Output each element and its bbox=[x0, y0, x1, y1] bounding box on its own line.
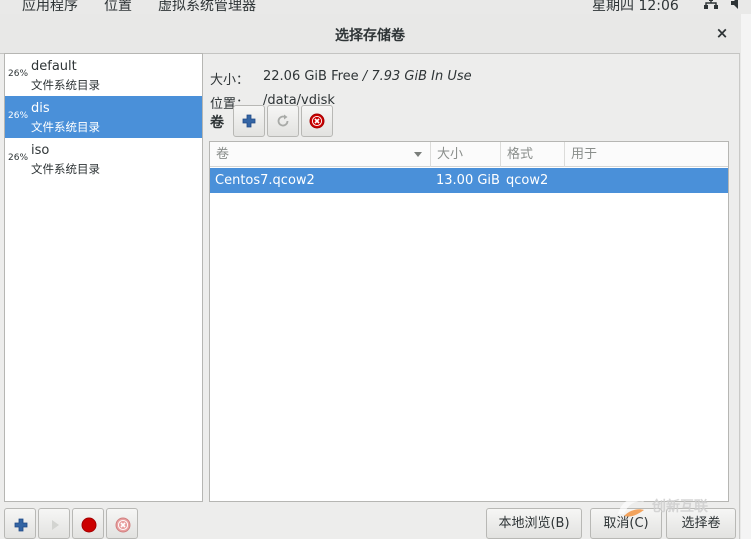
plus-icon bbox=[14, 518, 28, 532]
watermark-logo-icon bbox=[618, 498, 644, 517]
delete-icon bbox=[115, 517, 131, 533]
pool-type: 文件系统目录 bbox=[31, 78, 100, 92]
watermark-text: 创新互联 bbox=[652, 499, 708, 515]
delete-pool-button[interactable] bbox=[106, 508, 138, 539]
column-header-format[interactable]: 格式 bbox=[501, 142, 565, 167]
close-icon: × bbox=[715, 24, 729, 42]
pool-usage: 26% bbox=[8, 153, 29, 163]
play-icon bbox=[52, 520, 59, 530]
storage-pool-list[interactable]: 26% default 文件系统目录 26% dis 文件系统目录 26% is… bbox=[4, 53, 203, 502]
volume-format: qcow2 bbox=[506, 173, 549, 188]
dialog-titlebar: 选择存储卷 × bbox=[0, 14, 740, 54]
table-row[interactable]: Centos7.qcow2 13.00 GiB qcow2 bbox=[210, 168, 728, 193]
top-panel: 应用程序 位置 虚拟系统管理器 星期四 12:06 bbox=[0, 0, 751, 14]
start-pool-button[interactable] bbox=[38, 508, 70, 539]
volumes-label: 卷 bbox=[210, 115, 224, 131]
pool-usage: 26% bbox=[8, 111, 29, 121]
pool-type: 文件系统目录 bbox=[31, 120, 100, 134]
volume-table[interactable]: 卷 大小 格式 用于 Centos7.qcow2 13.00 GiB qcow2 bbox=[209, 141, 729, 502]
volume-name: Centos7.qcow2 bbox=[215, 173, 315, 188]
background-strip bbox=[741, 14, 751, 539]
column-header-volume-label: 卷 bbox=[216, 147, 230, 162]
refresh-icon bbox=[277, 114, 289, 127]
column-header-volume[interactable]: 卷 bbox=[210, 142, 431, 167]
column-header-size[interactable]: 大小 bbox=[431, 142, 501, 167]
volume-used-by bbox=[565, 168, 570, 193]
pool-item-dis[interactable]: 26% dis 文件系统目录 bbox=[5, 96, 202, 138]
size-separator: / bbox=[358, 69, 372, 84]
size-value: 22.06 GiB Free / 7.93 GiB In Use bbox=[263, 69, 472, 84]
clock[interactable]: 星期四 12:06 bbox=[592, 0, 679, 14]
add-volume-button[interactable] bbox=[233, 105, 265, 137]
network-icon[interactable] bbox=[704, 0, 718, 9]
add-pool-button[interactable] bbox=[4, 508, 36, 539]
pool-type: 文件系统目录 bbox=[31, 162, 100, 176]
stop-icon bbox=[81, 517, 97, 533]
watermark-logo: 创新互联 bbox=[614, 492, 751, 522]
app-menu[interactable]: 虚拟系统管理器 bbox=[158, 0, 256, 14]
delete-icon bbox=[309, 113, 325, 129]
close-button[interactable]: × bbox=[712, 23, 732, 43]
column-header-used-by[interactable]: 用于 bbox=[565, 142, 728, 167]
pool-item-iso[interactable]: 26% iso 文件系统目录 bbox=[5, 138, 202, 180]
applications-menu[interactable]: 应用程序 bbox=[22, 0, 78, 14]
size-in-use: 7.93 GiB In Use bbox=[371, 69, 472, 84]
refresh-volumes-button[interactable] bbox=[267, 105, 299, 137]
pool-name: default bbox=[31, 59, 77, 74]
browse-local-button[interactable]: 本地浏览(B) bbox=[486, 508, 582, 539]
plus-icon bbox=[242, 114, 256, 128]
stop-pool-button[interactable] bbox=[72, 508, 104, 539]
pool-item-default[interactable]: 26% default 文件系统目录 bbox=[5, 54, 202, 96]
size-free: 22.06 GiB Free bbox=[263, 69, 359, 84]
volume-table-header: 卷 大小 格式 用于 bbox=[210, 142, 728, 167]
volume-icon[interactable] bbox=[730, 0, 744, 9]
pool-usage: 26% bbox=[8, 69, 29, 79]
volume-size: 13.00 GiB bbox=[436, 173, 500, 188]
sort-arrow-icon bbox=[414, 152, 422, 157]
size-label: 大小： bbox=[210, 73, 250, 88]
pool-name: iso bbox=[31, 143, 50, 158]
dialog-title: 选择存储卷 bbox=[335, 28, 405, 44]
delete-volume-button[interactable] bbox=[301, 105, 333, 137]
pool-name: dis bbox=[31, 101, 50, 116]
places-menu[interactable]: 位置 bbox=[104, 0, 132, 14]
